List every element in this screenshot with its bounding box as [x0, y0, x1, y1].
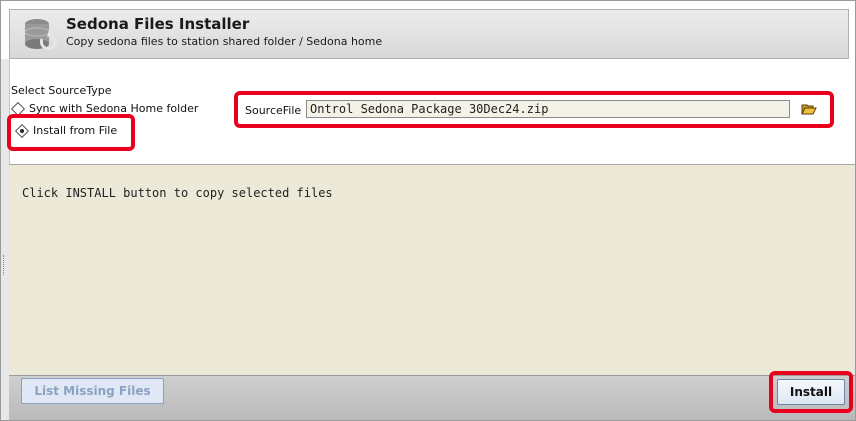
highlight-box-install	[769, 371, 853, 413]
highlight-box-source-file	[234, 91, 834, 128]
source-type-label: Select SourceType	[11, 84, 112, 97]
page-title: Sedona Files Installer	[66, 15, 250, 33]
sedona-sync-icon	[24, 19, 57, 51]
highlight-box-radio	[7, 114, 135, 151]
list-missing-files-button[interactable]: List Missing Files	[21, 378, 164, 404]
splitter-grip[interactable]	[3, 255, 6, 275]
log-output-area[interactable]: Click INSTALL button to copy selected fi…	[9, 164, 855, 375]
header-banner: Sedona Files Installer Copy sedona files…	[9, 9, 849, 59]
page-subtitle: Copy sedona files to station shared fold…	[66, 35, 383, 48]
installer-window: Sedona Files Installer Copy sedona files…	[0, 0, 856, 421]
